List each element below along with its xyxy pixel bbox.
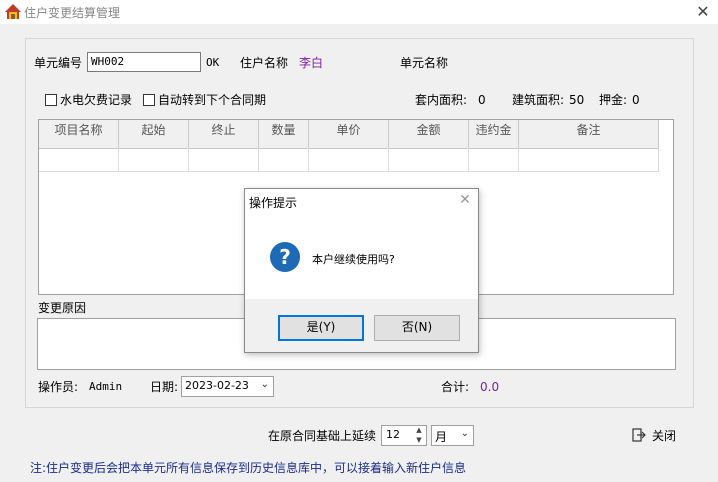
ok-status: OK [206,56,220,69]
operator-name: Admin [89,380,123,393]
yes-button[interactable]: 是(Y) [278,315,364,341]
total-value: 0.0 [480,380,500,394]
deposit-value: 0 [632,93,640,107]
table-cell[interactable] [309,148,389,172]
column-header[interactable]: 起始 [119,120,189,148]
table-header: 项目名称 起始 终止 数量 单价 金额 违约金 备注 [39,120,659,149]
extend-value: 12 [386,428,400,441]
close-button[interactable]: 关闭 [632,427,684,445]
unit-no-label: 单元编号 [34,56,83,70]
table-cell[interactable] [119,148,189,172]
deposit-label: 押金: [599,93,628,107]
table-cell[interactable] [39,148,119,172]
close-button-label: 关闭 [652,429,677,443]
auto-transfer-checkbox[interactable] [143,94,155,106]
extend-label: 在原合同基础上延续 [268,429,377,443]
app-house-icon [4,3,22,21]
date-value: 2023-02-23 [185,379,249,392]
dialog-close-icon[interactable]: ✕ [456,191,474,209]
total-label: 合计: [441,380,470,394]
column-header[interactable]: 单价 [309,120,389,148]
operator-label: 操作员: [38,380,79,394]
utility-debt-label[interactable]: 水电欠费记录 [60,92,132,108]
table-cell[interactable] [389,148,469,172]
dialog-message: 本户继续使用吗? [312,253,395,266]
inner-area-label: 套内面积: [415,93,468,107]
no-button[interactable]: 否(N) [374,315,460,341]
build-area-value: 50 [569,93,585,107]
table-cell[interactable] [519,148,659,172]
column-header[interactable]: 金额 [389,120,469,148]
date-picker[interactable]: 2023-02-23 ⌄ [181,376,274,397]
reason-label: 变更原因 [38,301,87,315]
window-close-icon[interactable]: ✕ [692,2,714,22]
date-label: 日期: [150,380,179,394]
table-cell[interactable] [189,148,259,172]
spin-down-icon[interactable]: ▼ [412,435,426,445]
table-cell[interactable] [469,148,519,172]
auto-transfer-label[interactable]: 自动转到下个合同期 [158,92,266,108]
spin-up-icon[interactable]: ▲ [412,426,426,435]
footer-note: 注:住户变更后会把本单元所有信息保存到历史信息库中，可以接着输入新住户信息 [30,461,467,475]
chevron-down-icon[interactable]: ⌄ [261,379,269,390]
column-header[interactable]: 备注 [519,120,659,148]
confirm-dialog: 操作提示 ✕ ? 本户继续使用吗? 是(Y) 否(N) [244,188,479,353]
table-cell[interactable] [259,148,309,172]
column-header[interactable]: 违约金 [469,120,519,148]
inner-area-value: 0 [478,93,486,107]
extend-unit-value: 月 [435,430,448,444]
table-row[interactable] [39,148,659,172]
unit-no-input[interactable]: WH002 [87,52,201,72]
build-area-label: 建筑面积: [512,93,565,107]
dialog-title: 操作提示 [249,196,298,210]
extend-spinner[interactable]: 12 ▲ ▼ [381,425,427,446]
exit-icon [632,428,646,445]
column-header[interactable]: 终止 [189,120,259,148]
question-icon: ? [270,242,300,272]
window-title: 住户变更结算管理 [24,6,121,20]
extend-unit-select[interactable]: 月 ⌄ [431,425,474,446]
column-header[interactable]: 数量 [259,120,309,148]
unit-name-label: 单元名称 [400,56,449,70]
utility-debt-checkbox[interactable] [45,94,57,106]
chevron-down-icon[interactable]: ⌄ [461,428,469,439]
resident-label: 住户名称 [240,56,289,70]
resident-name: 李白 [299,56,324,70]
column-header[interactable]: 项目名称 [39,120,119,148]
